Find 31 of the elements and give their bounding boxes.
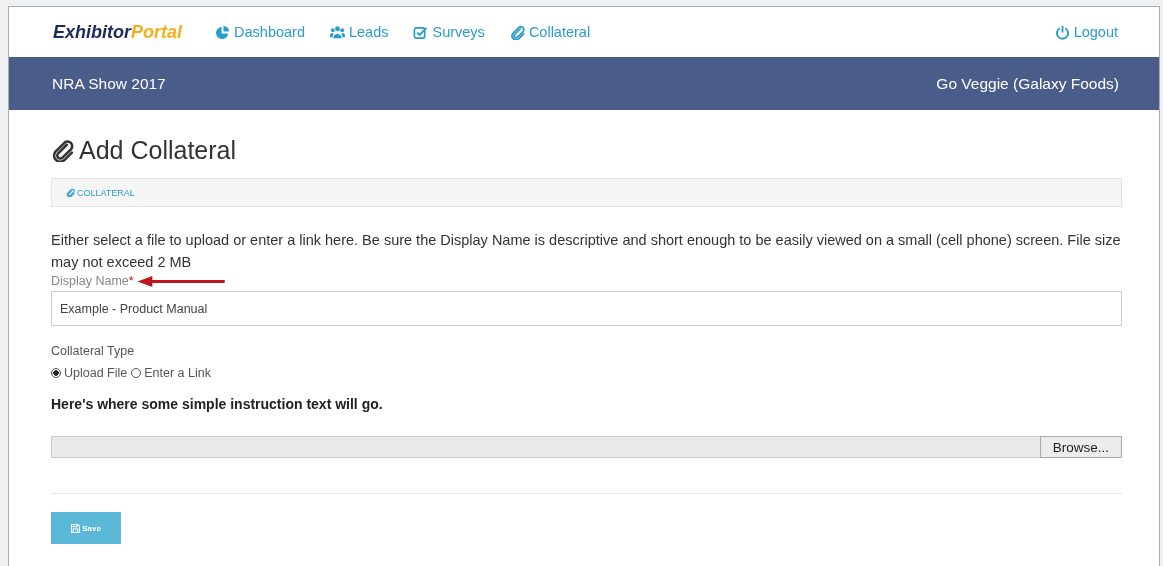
logo[interactable]: ExhibitorPortal — [53, 21, 183, 43]
page-title: Add Collateral — [79, 136, 237, 165]
people-icon — [329, 24, 345, 40]
field-label: Display Name — [51, 274, 129, 288]
radio-button[interactable] — [51, 368, 61, 378]
nav-link[interactable]: Surveys — [413, 24, 485, 40]
radio-option[interactable]: Enter a Link — [131, 366, 211, 380]
radio-option[interactable]: Upload File — [51, 366, 128, 380]
paperclip-icon — [51, 139, 74, 162]
logout-link[interactable]: Logout — [1054, 24, 1118, 40]
instruction-text: Here's where some simple instruction text will go. — [51, 396, 384, 412]
breadcrumb-link[interactable]: COLLATERAL — [66, 187, 135, 198]
radio-label: Enter a Link — [144, 366, 211, 380]
paperclip-icon — [66, 188, 75, 197]
save-button[interactable]: Save — [51, 512, 121, 544]
radio-label: Upload File — [64, 366, 128, 380]
browse-button[interactable]: Browse... — [1039, 436, 1122, 458]
display-name-field[interactable]: Example - Product Manual — [51, 291, 1122, 326]
intro-text: Either select a file to upload or enter a link here. Be sure the Display Name is descriptive and short enough to be easily viewed on a small (cell phone) screen. File size may not exceed 2 MB — [51, 231, 1122, 272]
field-label: Collateral Type — [51, 344, 136, 358]
pie-chart-icon — [215, 24, 231, 40]
checkbox-icon — [413, 24, 429, 40]
nav-link[interactable]: Dashboard — [215, 24, 305, 40]
nav-link[interactable]: Collateral — [509, 24, 591, 40]
event-name: NRA Show 2017 — [52, 74, 166, 93]
company-name: Go Veggie (Galaxy Foods) — [936, 74, 1119, 93]
required-mark: * — [128, 274, 134, 288]
file-field[interactable] — [51, 436, 1040, 458]
paperclip-icon — [509, 24, 525, 40]
nav-link[interactable]: Leads — [329, 24, 389, 40]
power-icon — [1054, 24, 1070, 40]
